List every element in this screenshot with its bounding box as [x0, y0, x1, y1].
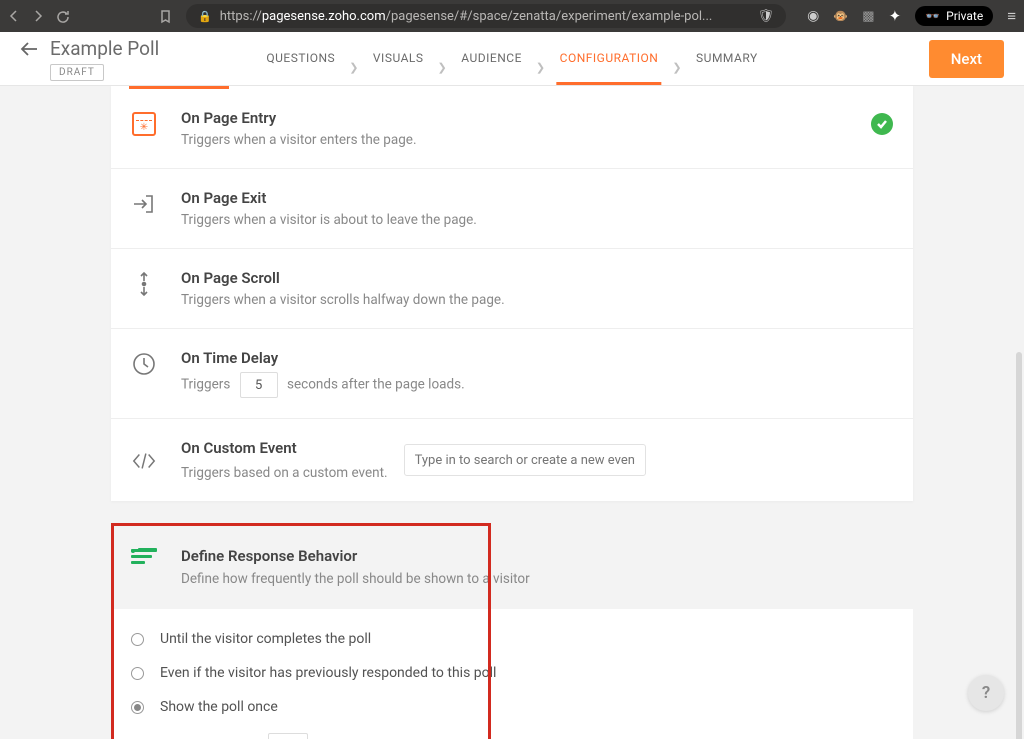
- extensions-icon[interactable]: ✦: [889, 7, 902, 25]
- custom-event-input[interactable]: [404, 444, 646, 476]
- page-exit-icon: [131, 191, 157, 217]
- trigger-page-scroll[interactable]: On Page Scroll Triggers when a visitor s…: [111, 249, 913, 329]
- step-summary[interactable]: SUMMARY: [696, 51, 758, 85]
- delay-seconds-input[interactable]: [240, 372, 278, 398]
- show-times-input[interactable]: [268, 733, 308, 739]
- response-header: Define Response Behavior Define how freq…: [111, 525, 913, 609]
- trigger-desc: Triggers when a visitor scrolls halfway …: [181, 292, 505, 308]
- time-delay-icon: [131, 351, 157, 377]
- option-label: Until the visitor completes the poll: [160, 631, 371, 647]
- bookmark-icon[interactable]: [159, 9, 172, 24]
- back-button[interactable]: [20, 41, 38, 61]
- ext-icon-2[interactable]: 🐵: [833, 9, 848, 23]
- trigger-desc: Triggers when a visitor enters the page.: [181, 132, 417, 148]
- radio-icon[interactable]: [131, 701, 144, 714]
- trigger-page-entry[interactable]: ✳ On Page Entry Triggers when a visitor …: [111, 89, 913, 169]
- response-option-once[interactable]: Show the poll once: [131, 699, 893, 715]
- response-option-n-times[interactable]: Show the poll times: [131, 733, 893, 739]
- trigger-desc: Triggers based on a custom event.: [181, 465, 388, 481]
- page-title: Example Poll: [50, 37, 159, 60]
- nav-back-icon[interactable]: [8, 9, 20, 23]
- trigger-time-delay[interactable]: On Time Delay Triggers seconds after the…: [111, 329, 913, 419]
- scrollbar[interactable]: [1016, 352, 1022, 739]
- private-label: Private: [946, 9, 983, 23]
- trigger-title: On Page Scroll: [181, 269, 505, 287]
- ext-icon-3[interactable]: ▩: [862, 9, 874, 24]
- next-button[interactable]: Next: [929, 40, 1004, 78]
- response-behavior-panel: Define Response Behavior Define how freq…: [111, 525, 913, 739]
- url-text: https://pagesense.zoho.com/pagesense/#/s…: [220, 9, 750, 24]
- response-title: Define Response Behavior: [181, 547, 530, 565]
- step-audience[interactable]: AUDIENCE: [461, 51, 522, 85]
- lock-icon: 🔒: [198, 10, 212, 23]
- radio-icon[interactable]: [131, 667, 144, 680]
- trigger-title: On Page Exit: [181, 189, 477, 207]
- response-subtitle: Define how frequently the poll should be…: [181, 571, 530, 587]
- glasses-icon: 👓: [925, 9, 940, 23]
- step-visuals[interactable]: VISUALS: [373, 51, 424, 85]
- response-option-previously[interactable]: Even if the visitor has previously respo…: [131, 665, 893, 681]
- trigger-title: On Custom Event: [181, 439, 388, 457]
- url-bar[interactable]: 🔒 https://pagesense.zoho.com/pagesense/#…: [186, 4, 786, 28]
- browser-chrome: 🔒 https://pagesense.zoho.com/pagesense/#…: [0, 0, 1024, 32]
- trigger-title: On Page Entry: [181, 109, 417, 127]
- menu-icon[interactable]: ≡: [1007, 7, 1016, 25]
- trigger-title: On Time Delay: [181, 349, 465, 367]
- private-badge: 👓 Private: [915, 6, 993, 26]
- step-questions[interactable]: QUESTIONS: [266, 51, 335, 85]
- trigger-desc: Triggers seconds after the page loads.: [181, 372, 465, 398]
- custom-event-icon: [131, 448, 157, 474]
- page-scroll-icon: [131, 271, 157, 297]
- brave-shield-icon[interactable]: 🛡: [757, 9, 774, 24]
- trigger-page-exit[interactable]: On Page Exit Triggers when a visitor is …: [111, 169, 913, 249]
- status-badge: DRAFT: [50, 64, 104, 81]
- trigger-custom-event[interactable]: On Custom Event Triggers based on a cust…: [111, 419, 913, 501]
- app-header: Example Poll DRAFT QUESTIONS❯ VISUALS❯ A…: [0, 32, 1024, 86]
- page-entry-icon: ✳: [132, 112, 156, 136]
- step-configuration[interactable]: CONFIGURATION: [560, 51, 659, 85]
- response-option-complete[interactable]: Until the visitor completes the poll: [131, 631, 893, 647]
- selected-check-icon: [871, 113, 893, 135]
- response-icon: [131, 549, 157, 575]
- ext-icon-1[interactable]: ◉: [807, 8, 819, 24]
- nav-reload-icon[interactable]: [56, 9, 71, 24]
- wizard-steps: QUESTIONS❯ VISUALS❯ AUDIENCE❯ CONFIGURAT…: [266, 51, 757, 85]
- radio-icon[interactable]: [131, 633, 144, 646]
- triggers-panel: ✳ On Page Entry Triggers when a visitor …: [111, 86, 913, 501]
- help-button[interactable]: ?: [968, 675, 1004, 711]
- nav-forward-icon[interactable]: [32, 9, 44, 23]
- option-label: Show the poll once: [160, 699, 278, 715]
- option-label: Even if the visitor has previously respo…: [160, 665, 496, 681]
- trigger-desc: Triggers when a visitor is about to leav…: [181, 212, 477, 228]
